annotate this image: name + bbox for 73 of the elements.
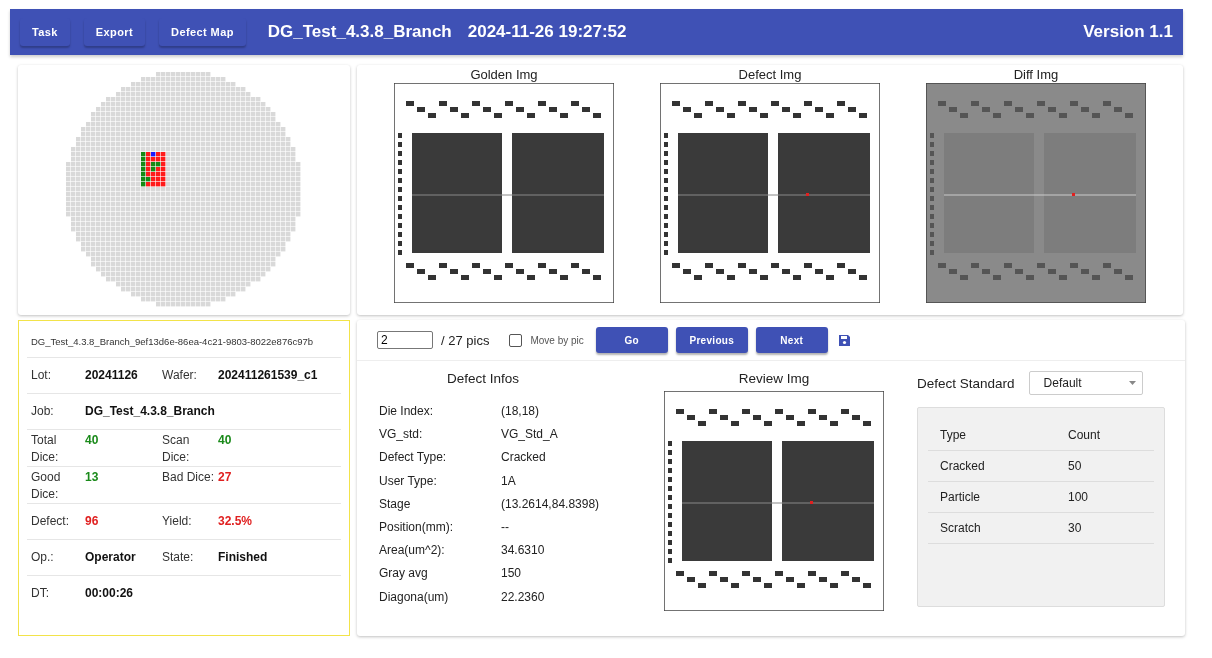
job-title: DG_Test_4.3.8_Branch — [267, 22, 452, 42]
version-label: Version 1.1 — [1083, 22, 1173, 42]
field-label: Defect Type: — [379, 450, 448, 467]
date-time: 2024-11-26 19:27:52 — [467, 22, 627, 42]
column-header: Count — [1068, 428, 1102, 442]
field-value: 00:00:26 — [85, 585, 135, 602]
field-value: 32.5% — [218, 513, 254, 530]
field-value: 13 — [85, 469, 100, 486]
checkbox[interactable] — [509, 333, 523, 347]
field-value: Finished — [218, 549, 269, 566]
record-id: DG_Test_4.3.8_Branch_9ef13d6e-86ea-4c21-9803-8022e876c97b — [27, 321, 341, 358]
field-label: Gray avg — [379, 566, 429, 583]
menu-button[interactable]: Task — [20, 18, 70, 46]
page-input[interactable]: 2 — [377, 331, 433, 349]
field-label: VG_std: — [379, 427, 424, 444]
field-label: Position(mm): — [379, 519, 454, 536]
nav-button[interactable]: Next — [755, 327, 828, 353]
field-label: Job: — [31, 403, 55, 420]
field-value: 1A — [501, 473, 517, 490]
standard-dropdown[interactable]: Default — [1028, 371, 1143, 395]
field-label: Area(um^2): — [379, 543, 446, 560]
field-value: Cracked — [501, 450, 547, 467]
field-label: Diagona(um) — [379, 589, 450, 606]
field-value: DG_Test_4.3.8_Branch — [85, 403, 216, 420]
field-value: 22.2360 — [501, 589, 546, 606]
field-value: (13.2614,84.8398) — [501, 496, 601, 513]
checkbox-label: Move by pic — [530, 334, 584, 346]
field-value: 27 — [218, 469, 233, 486]
field-label: Yield: — [162, 513, 193, 530]
field-value: Operator — [85, 549, 137, 566]
field-label: Lot: — [31, 367, 52, 384]
section-title: Defect Standard — [917, 375, 1015, 391]
table-cell-text: Scratch — [940, 521, 982, 535]
section-title: Defect Infos — [447, 371, 520, 386]
image-title: Defect Img — [738, 67, 802, 82]
field-label: Stage — [379, 496, 412, 513]
table-cell-text: 50 — [1068, 459, 1083, 473]
field-label: Total Dice: — [31, 432, 60, 466]
image-title: Diff Img — [1013, 67, 1059, 82]
menu-button[interactable]: Export — [83, 18, 146, 46]
nav-button[interactable]: Go — [595, 327, 668, 353]
field-label: Wafer: — [162, 367, 198, 384]
field-value: -- — [501, 519, 510, 536]
save-icon[interactable] — [837, 333, 851, 347]
field-value: 150 — [501, 566, 523, 583]
section-title: Review Img — [738, 371, 810, 386]
field-label: DT: — [31, 585, 50, 602]
field-label: Op.: — [31, 549, 55, 566]
field-value: 202411261539_c1 — [218, 367, 319, 384]
field-label: Defect: — [31, 513, 70, 530]
field-label: Die Index: — [379, 404, 435, 420]
field-value: 20241126 — [85, 367, 139, 384]
table-cell-text: 100 — [1068, 490, 1090, 504]
field-value: 40 — [85, 432, 100, 449]
table-cell-text: 30 — [1068, 521, 1083, 535]
field-label: Bad Dice: — [162, 469, 216, 486]
nav-button[interactable]: Previous — [675, 327, 748, 353]
field-value: 40 — [218, 432, 233, 449]
field-value: (18,18) — [501, 404, 541, 420]
field-value: 96 — [85, 513, 100, 530]
table-cell-text: Particle — [940, 490, 981, 504]
column-header: Type — [940, 428, 967, 442]
image-title: Golden Img — [470, 67, 538, 82]
caret-icon — [1128, 381, 1136, 385]
field-label: User Type: — [379, 473, 438, 490]
menu-button[interactable]: Defect Map — [159, 18, 246, 46]
field-label: State: — [162, 549, 195, 566]
table-cell-text: Cracked — [940, 459, 986, 473]
field-value: 34.6310 — [501, 543, 546, 560]
page-total: / 27 pics — [441, 332, 490, 348]
field-label: Scan Dice: — [162, 432, 191, 466]
field-label: Good Dice: — [31, 469, 62, 503]
field-value: VG_Std_A — [501, 427, 559, 444]
